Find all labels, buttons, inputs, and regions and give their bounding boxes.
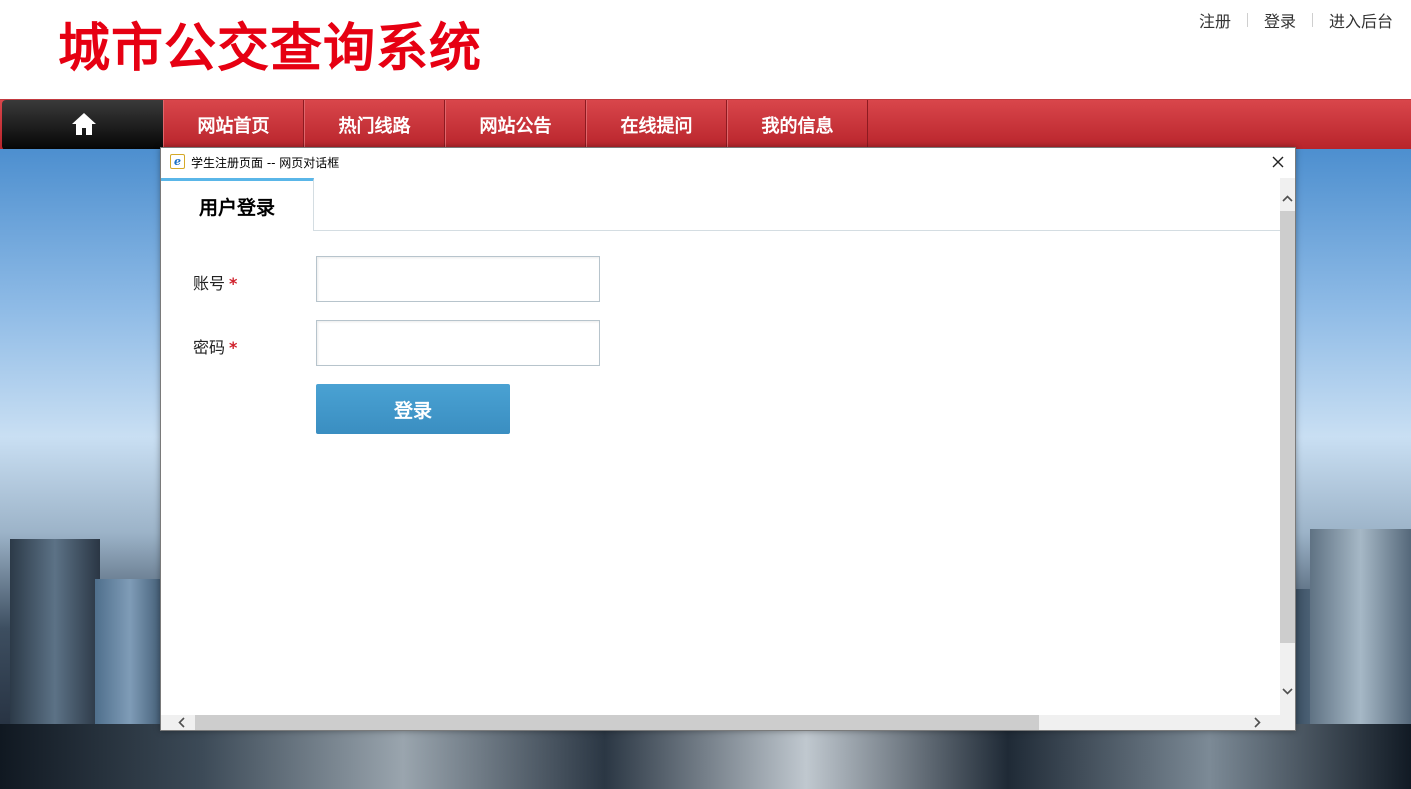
vertical-scrollbar[interactable] bbox=[1280, 178, 1295, 715]
nav-item-announcements[interactable]: 网站公告 bbox=[445, 100, 586, 150]
chevron-left-icon bbox=[178, 717, 185, 728]
chevron-up-icon bbox=[1282, 195, 1293, 202]
city-ground bbox=[0, 724, 1411, 789]
account-label: 账号 * bbox=[193, 270, 237, 294]
home-button[interactable] bbox=[2, 100, 163, 150]
nav-items: 网站首页 热门线路 网站公告 在线提问 我的信息 bbox=[163, 100, 868, 150]
chevron-down-icon bbox=[1282, 688, 1293, 695]
main-nav: 网站首页 热门线路 网站公告 在线提问 我的信息 bbox=[0, 99, 1411, 150]
nav-item-my-info[interactable]: 我的信息 bbox=[727, 100, 868, 150]
login-link[interactable]: 登录 bbox=[1264, 8, 1296, 32]
site-header: 城市公交查询系统 注册 登录 进入后台 bbox=[0, 0, 1411, 99]
link-separator bbox=[1311, 13, 1313, 27]
scroll-left-button[interactable] bbox=[173, 715, 190, 730]
home-icon bbox=[72, 113, 96, 135]
login-submit-button[interactable]: 登录 bbox=[316, 384, 510, 434]
required-mark: * bbox=[229, 274, 238, 293]
link-separator bbox=[1246, 13, 1248, 27]
scrollbar-corner bbox=[1280, 715, 1295, 730]
chevron-right-icon bbox=[1254, 717, 1261, 728]
site-title: 城市公交查询系统 bbox=[58, 19, 483, 79]
horizontal-scroll-thumb[interactable] bbox=[195, 715, 1039, 730]
close-button[interactable] bbox=[1267, 151, 1289, 173]
account-input[interactable] bbox=[316, 256, 600, 302]
dialog-titlebar: e 学生注册页面 -- 网页对话框 bbox=[161, 148, 1295, 176]
password-input[interactable] bbox=[316, 320, 600, 366]
required-mark: * bbox=[229, 338, 238, 357]
close-icon bbox=[1272, 156, 1284, 168]
nav-item-hot-routes[interactable]: 热门线路 bbox=[304, 100, 445, 150]
register-link[interactable]: 注册 bbox=[1199, 8, 1231, 32]
horizontal-scrollbar[interactable] bbox=[161, 715, 1280, 730]
scroll-up-button[interactable] bbox=[1280, 190, 1295, 207]
scroll-down-button[interactable] bbox=[1280, 683, 1295, 700]
tab-strip: 用户登录 bbox=[161, 178, 1280, 231]
password-label: 密码 * bbox=[193, 334, 237, 358]
nav-item-questions[interactable]: 在线提问 bbox=[586, 100, 727, 150]
scroll-right-button[interactable] bbox=[1249, 715, 1266, 730]
password-label-text: 密码 bbox=[193, 338, 226, 357]
tab-user-login[interactable]: 用户登录 bbox=[161, 178, 314, 231]
account-label-text: 账号 bbox=[193, 274, 226, 293]
vertical-scroll-thumb[interactable] bbox=[1280, 211, 1295, 643]
nav-item-home[interactable]: 网站首页 bbox=[163, 100, 304, 150]
admin-link[interactable]: 进入后台 bbox=[1329, 8, 1393, 32]
top-links: 注册 登录 进入后台 bbox=[1199, 8, 1393, 32]
ie-icon: e bbox=[170, 154, 185, 169]
dialog-title: 学生注册页面 -- 网页对话框 bbox=[191, 156, 340, 170]
login-dialog: e 学生注册页面 -- 网页对话框 用户登录 账号 * 密码 * 登录 bbox=[160, 147, 1296, 731]
